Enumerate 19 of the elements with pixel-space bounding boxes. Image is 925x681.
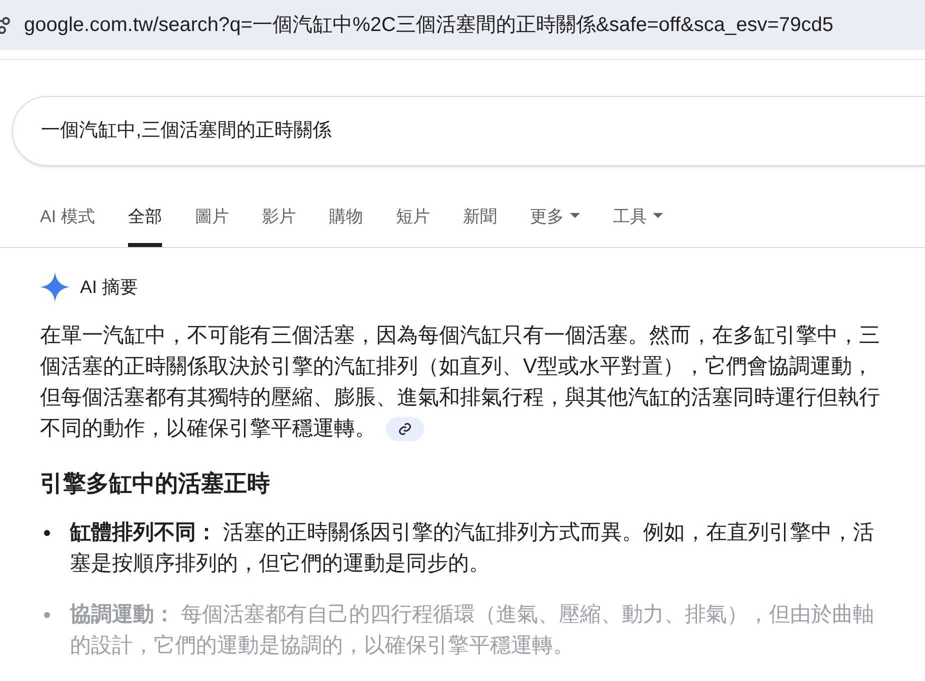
url-text: google.com.tw/search?q=一個汽缸中%2C三個活塞間的正時關係&safe=off&sca_esv=79cd5 [24,13,834,38]
link-icon[interactable] [386,417,424,442]
search-field[interactable]: 一個汽缸中,三個活塞間的正時關係 [12,96,925,166]
search-tab[interactable]: AI 模式 [40,204,95,247]
search-tab[interactable]: 購物 [328,204,363,247]
search-tab[interactable]: 更多 [530,204,580,247]
search-tab[interactable]: 工具 [612,204,663,247]
search-tab[interactable]: 短片 [396,204,430,247]
search-tab[interactable]: 圖片 [194,204,229,247]
address-bar[interactable]: google.com.tw/search?q=一個汽缸中%2C三個活塞間的正時關係&safe=off&sca_esv=79cd5 [0,0,925,50]
ai-overview-title: AI 摘要 [80,276,138,298]
search-tab[interactable]: 影片 [262,204,296,247]
sparkle-icon [40,272,70,302]
summary-paragraph: 在單一汽缸中，不可能有三個活塞，因為每個汽缸只有一個活塞。然而，在多缸引擎中，三個活塞的正時關係取決於引擎的汽缸排列（如直列、V型或水平對置），它們會協調運動，但每個活塞都有其獨特的壓縮、膨脹、進氣和排氣行程，與其他汽缸的活塞同時運行但執行不同的動作，以確保引擎平穩運轉。 [40,323,881,444]
search-tab[interactable]: 全部 [128,204,162,247]
bullet-text: 協調運動： 每個活塞都有自己的四行程循環（進氣、壓縮、動力、排氣），但由於曲軸的設計，它們的運動是協調的，以確保引擎平穩運轉。 [70,602,875,658]
bullet-text: 缸體排列不同： 活塞的正時關係因引擎的汽缸排列方式而異。例如，在直列引擎中，活塞是按順序排列的，但它們的運動是同步的。 [70,520,875,576]
section-heading: 引擎多缸中的活塞正時 [40,469,271,498]
search-tab[interactable]: 新聞 [462,204,497,247]
